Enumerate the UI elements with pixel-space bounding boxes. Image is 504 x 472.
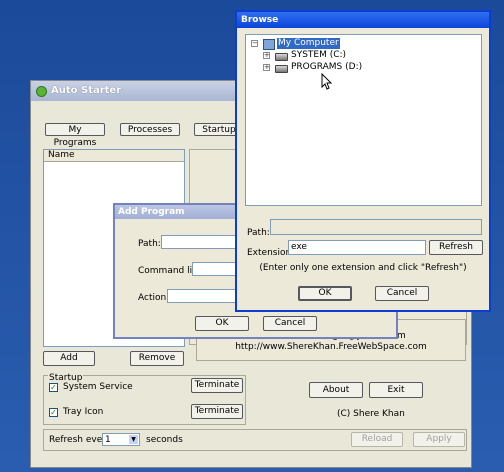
terminate-tray-button[interactable]: Terminate [191,404,243,419]
copyright-text: (C) Shere Khan [337,409,405,419]
drive-icon [275,53,288,61]
extension-input[interactable]: exe [288,240,426,255]
expand-icon[interactable]: + [263,52,270,59]
browse-refresh-button[interactable]: Refresh [429,240,483,255]
window-title: Auto Starter [51,85,122,96]
list-header-name[interactable]: Name [44,150,184,162]
seconds-label: seconds [146,435,183,445]
tab-my-programs[interactable]: My Programs [45,123,105,148]
browse-path-field [270,219,482,235]
mouse-cursor-icon [321,73,333,90]
drive-icon [275,65,288,73]
add-button[interactable]: Add [43,351,95,366]
tree-node-drive-c[interactable]: SYSTEM (C:) [291,50,346,61]
folder-tree[interactable]: − My Computer + SYSTEM (C:) + PROGRAMS (… [245,34,482,206]
action-label: Action: [138,293,170,303]
exit-button[interactable]: Exit [369,382,423,398]
tree-node-drive-d[interactable]: PROGRAMS (D:) [291,62,362,73]
add-cancel-button[interactable]: Cancel [263,316,317,331]
path-label: Path: [138,239,161,249]
extension-hint: (Enter only one extension and click "Ref… [259,263,467,273]
about-button[interactable]: About [309,382,363,398]
apply-button[interactable]: Apply [413,432,465,447]
system-service-checkbox[interactable]: ✓ [49,383,58,392]
remove-button[interactable]: Remove [130,351,184,366]
browse-cancel-button[interactable]: Cancel [375,286,429,301]
add-program-title: Add Program [118,207,185,217]
terminate-service-button[interactable]: Terminate [191,378,243,393]
expand-icon[interactable]: + [263,64,270,71]
system-service-label: System Service [63,382,133,392]
tray-icon-checkbox[interactable]: ✓ [49,408,58,417]
computer-icon [263,39,275,50]
refresh-interval-value: 1 [105,435,111,445]
browse-titlebar[interactable]: Browse [237,12,489,28]
command-line-input[interactable] [192,262,241,276]
add-ok-button[interactable]: OK [195,316,249,331]
app-icon [36,86,47,97]
extension-value: exe [291,242,307,252]
action-input[interactable] [167,289,241,303]
tray-icon-label: Tray Icon [63,407,104,417]
path-input[interactable] [161,235,241,249]
author-url[interactable]: http://www.ShereKhan.FreeWebSpace.com [197,342,465,353]
browse-title: Browse [241,15,279,25]
tab-processes[interactable]: Processes [120,123,180,136]
chevron-down-icon[interactable]: ▼ [129,435,138,444]
reload-button[interactable]: Reload [351,432,403,447]
refresh-interval-select[interactable]: 1 ▼ [102,433,140,446]
browse-ok-button[interactable]: OK [298,286,352,301]
browse-dialog: Browse − My Computer + SYSTEM (C:) + PRO… [235,10,491,312]
tree-node-my-computer[interactable]: My Computer [277,38,340,49]
collapse-icon[interactable]: − [251,40,258,47]
browse-path-label: Path: [247,228,270,238]
